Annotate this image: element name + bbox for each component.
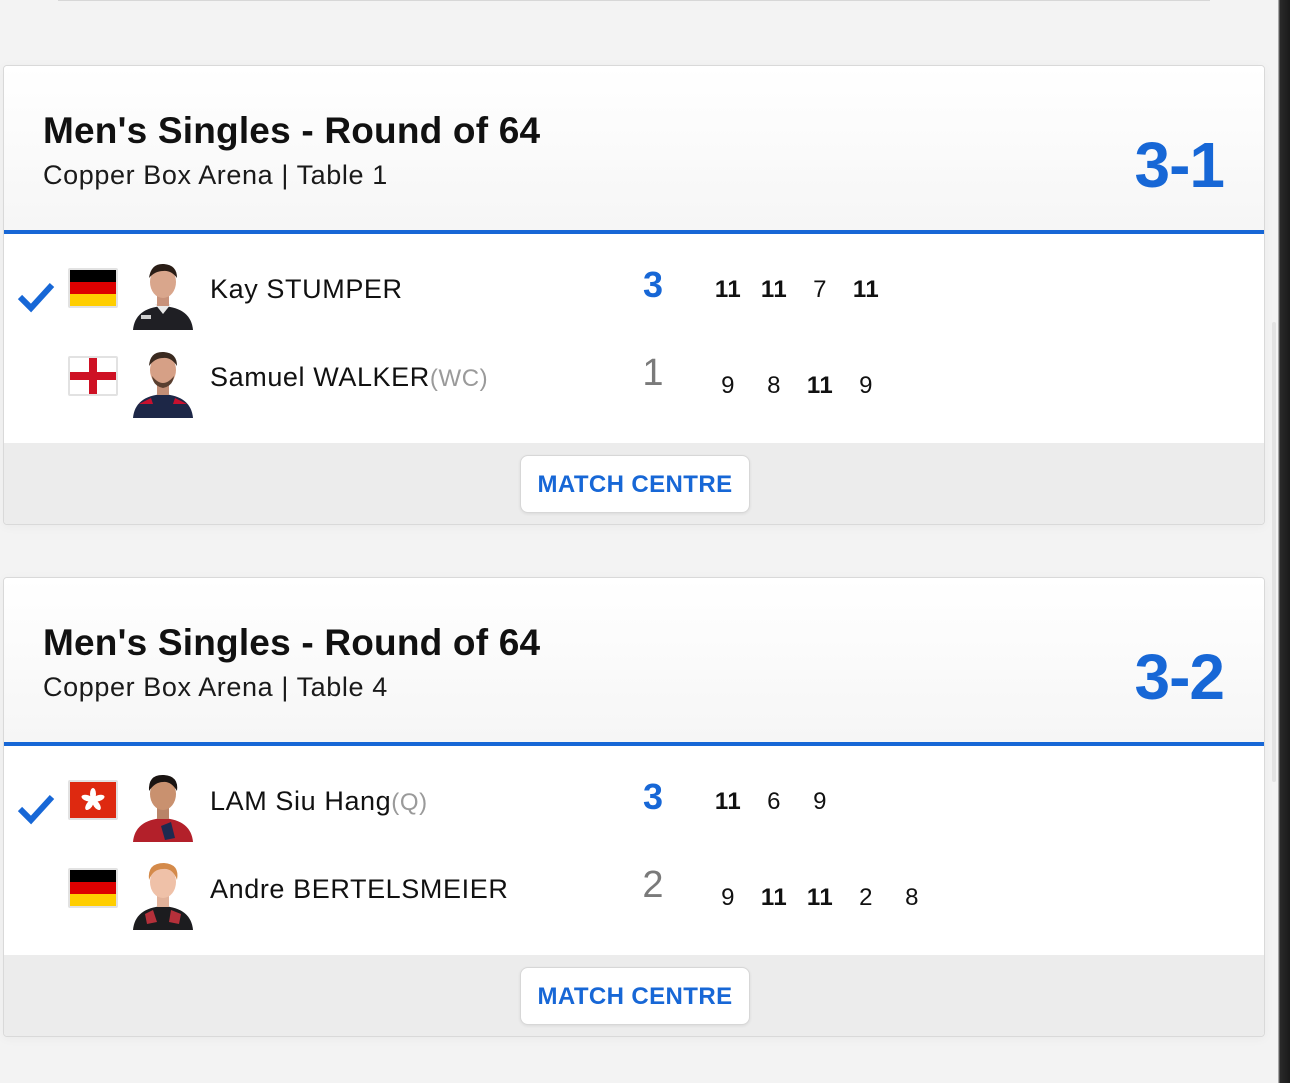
player-name-text: Samuel WALKER — [210, 362, 430, 392]
game-score: 8 — [767, 372, 781, 399]
player-avatar — [133, 774, 193, 842]
player-row: Samuel WALKER(WC) 1 9 8 11 9 — [4, 348, 1264, 434]
player-name-text: Andre BERTELSMEIER — [210, 874, 509, 904]
game-score: 11 — [760, 884, 788, 911]
player-avatar — [133, 351, 193, 418]
winner-check-icon — [17, 794, 55, 825]
scrollbar-thumb[interactable] — [1272, 322, 1276, 782]
game-score: 6 — [767, 788, 781, 815]
sets-won: 1 — [642, 352, 664, 394]
game-score: 11 — [806, 372, 834, 399]
game-score: 9 — [721, 884, 735, 911]
match-venue: Copper Box Arena | Table 4 — [43, 672, 388, 702]
game-score: 8 — [905, 884, 919, 911]
player-name: Samuel WALKER(WC) — [210, 362, 488, 393]
match-result: 3-2 — [1134, 641, 1225, 713]
match-footer: MATCH CENTRE — [4, 955, 1264, 1036]
game-score: 11 — [852, 276, 880, 303]
germany-flag-icon — [68, 868, 118, 908]
match-card: Men's Singles - Round of 64 Copper Box A… — [3, 577, 1265, 1037]
match-footer: MATCH CENTRE — [4, 443, 1264, 524]
player-avatar — [133, 863, 193, 930]
winner-check-icon — [17, 282, 55, 313]
player-name: Andre BERTELSMEIER — [210, 874, 508, 905]
game-score: 11 — [714, 276, 742, 303]
match-card: Men's Singles - Round of 64 Copper Box A… — [3, 65, 1265, 525]
england-flag-icon — [68, 356, 118, 396]
game-score: 11 — [714, 788, 742, 815]
game-score: 11 — [806, 884, 834, 911]
hong-kong-flag-icon — [68, 780, 118, 820]
game-score: 7 — [813, 276, 827, 303]
game-score: 9 — [721, 372, 735, 399]
player-tag: (WC) — [429, 365, 489, 392]
player-tag: (Q) — [391, 789, 428, 816]
player-avatar — [133, 263, 193, 330]
match-result: 3-1 — [1134, 129, 1225, 201]
player-row: LAM Siu Hang(Q) 3 11 6 9 — [4, 772, 1264, 858]
player-row: Kay STUMPER 3 11 11 7 11 — [4, 260, 1264, 346]
match-centre-button[interactable]: MATCH CENTRE — [520, 967, 750, 1025]
sets-won: 3 — [642, 264, 664, 305]
match-title: Men's Singles - Round of 64 — [43, 110, 541, 151]
player-name-text: LAM Siu Hang — [210, 786, 392, 816]
sets-won: 3 — [642, 776, 664, 817]
match-header: Men's Singles - Round of 64 Copper Box A… — [4, 66, 1264, 234]
sets-won: 2 — [642, 864, 664, 906]
player-name: LAM Siu Hang(Q) — [210, 786, 428, 817]
game-score: 9 — [813, 788, 827, 815]
match-centre-button[interactable]: MATCH CENTRE — [520, 455, 750, 513]
match-header: Men's Singles - Round of 64 Copper Box A… — [4, 578, 1264, 746]
window-edge — [1278, 0, 1290, 1083]
game-score: 9 — [859, 372, 873, 399]
game-score: 11 — [760, 276, 788, 303]
match-venue: Copper Box Arena | Table 1 — [43, 160, 388, 190]
player-name: Kay STUMPER — [210, 274, 403, 305]
top-divider — [58, 0, 1210, 1]
game-score: 2 — [859, 884, 873, 911]
germany-flag-icon — [68, 268, 118, 308]
match-title: Men's Singles - Round of 64 — [43, 622, 541, 663]
player-row: Andre BERTELSMEIER 2 9 11 11 2 8 — [4, 860, 1264, 946]
player-name-text: Kay STUMPER — [210, 274, 403, 304]
